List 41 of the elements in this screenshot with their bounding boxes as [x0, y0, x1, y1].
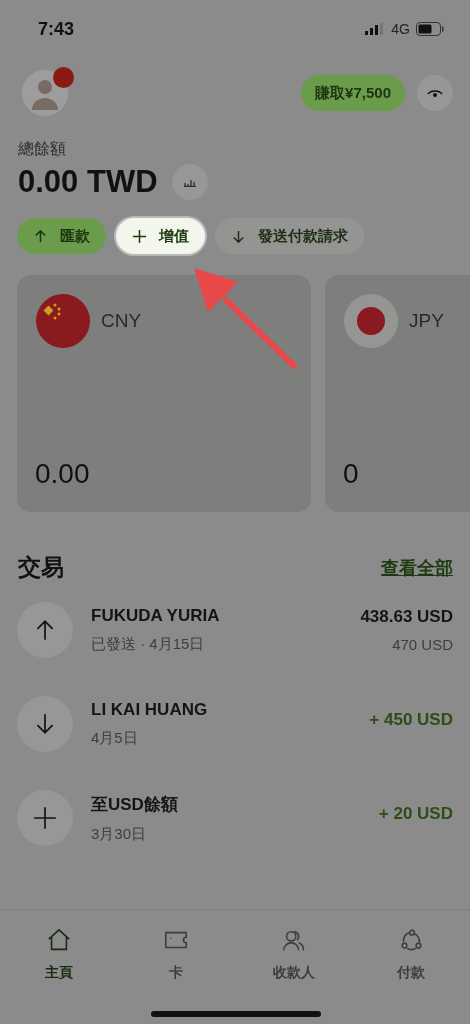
- arrow-down-icon: [231, 228, 246, 244]
- transaction-amount: + 450 USD: [369, 709, 453, 730]
- currency-code: JPY: [409, 310, 444, 332]
- transaction-detail: 已發送 · 4月15日: [91, 635, 206, 654]
- action-button[interactable]: 匯款: [17, 218, 106, 254]
- transaction-name: 至USD餘額: [91, 793, 179, 816]
- flag-icon: [35, 293, 91, 349]
- battery-icon: [416, 22, 444, 36]
- nav-tab[interactable]: 付款: [366, 928, 457, 982]
- balance-label: 總餘額: [17, 139, 67, 159]
- currency-balance: 0: [343, 458, 360, 490]
- balance-amount: 0.00 TWD: [18, 164, 158, 200]
- network-label: 4G: [391, 21, 410, 37]
- flag-icon: [343, 293, 399, 349]
- plus-icon: [132, 228, 147, 244]
- signal-icon: [365, 23, 386, 35]
- action-button[interactable]: 發送付款請求: [215, 218, 364, 254]
- arrow-up-icon: [33, 228, 48, 244]
- view-all-link[interactable]: 查看全部: [381, 555, 453, 580]
- status-time: 7:43: [38, 18, 75, 40]
- bar-chart-icon: [183, 177, 196, 187]
- transaction-detail: 3月30日: [91, 824, 148, 844]
- currency-card[interactable]: JPY 0: [325, 275, 470, 512]
- transaction-sub-amount: 470 USD: [392, 636, 453, 653]
- transaction-amount: 438.63 USD: [360, 607, 453, 627]
- nav-tab[interactable]: 收款人: [248, 928, 339, 982]
- chart-button[interactable]: [171, 164, 208, 200]
- transaction-name: FUKUDA YURIA: [91, 606, 221, 626]
- eye-button[interactable]: [417, 75, 453, 111]
- transaction-detail: 4月5日: [91, 729, 139, 748]
- currency-code: CNY: [101, 310, 142, 332]
- transaction-amount: + 20 USD: [378, 803, 453, 824]
- currency-card[interactable]: CNY 0.00: [17, 275, 311, 512]
- action-button[interactable]: 增值: [116, 218, 205, 254]
- transaction-name: LI KAI HUANG: [91, 700, 209, 720]
- earn-reward-button[interactable]: 賺取¥7,500: [301, 75, 405, 111]
- section-title: 交易: [18, 553, 64, 582]
- eye-icon: [427, 88, 443, 98]
- currency-balance: 0.00: [35, 458, 91, 490]
- nav-tab[interactable]: 主頁: [13, 928, 104, 982]
- nav-tab[interactable]: 卡: [131, 928, 222, 982]
